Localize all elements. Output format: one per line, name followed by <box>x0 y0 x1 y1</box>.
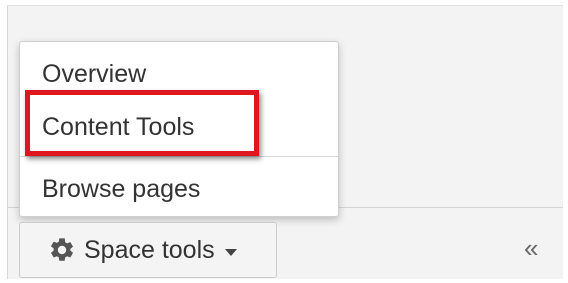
space-tools-button[interactable]: Space tools <box>19 222 277 278</box>
space-tools-label: Space tools <box>84 235 215 264</box>
gear-icon <box>48 236 76 264</box>
highlight-annotation-box <box>25 90 259 156</box>
menu-divider <box>20 156 338 157</box>
menu-item-overview[interactable]: Overview <box>42 59 146 89</box>
menu-item-browse-pages[interactable]: Browse pages <box>42 174 200 204</box>
collapse-sidebar-button[interactable]: « <box>524 233 538 263</box>
caret-down-icon <box>224 248 237 256</box>
